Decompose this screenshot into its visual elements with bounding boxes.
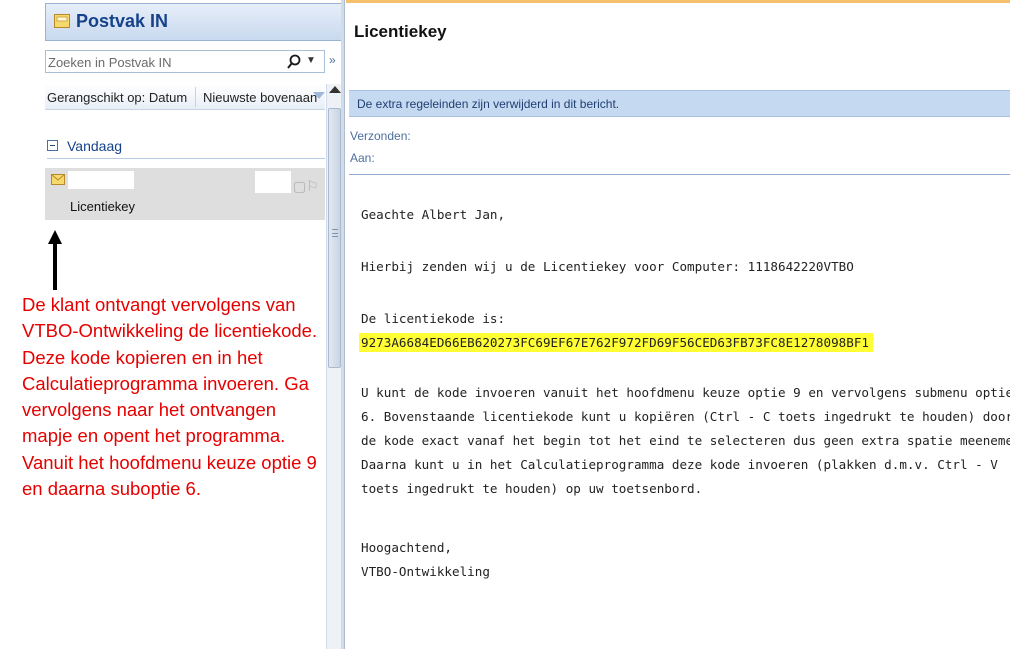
group-header-today[interactable]: Vandaag xyxy=(47,136,325,158)
to-label: Aan: xyxy=(350,151,375,165)
annotation-text: De klant ontvangt vervolgens van VTBO-On… xyxy=(22,292,344,502)
sort-arrow-icon[interactable] xyxy=(313,92,325,99)
annotation-line: VTBO-Ontwikkeling de licentiekode. xyxy=(22,320,318,342)
sender-field xyxy=(68,171,134,189)
group-label: Vandaag xyxy=(67,138,123,154)
instruction-line: toets ingedrukt te houden) op uw toetsen… xyxy=(361,481,703,496)
inbox-icon xyxy=(54,14,70,28)
sort-separator xyxy=(195,87,196,107)
annotation-line: en daarna suboptie 6. xyxy=(22,478,201,500)
info-bar[interactable]: De extra regeleinden zijn verwijderd in … xyxy=(349,90,1010,117)
sort-by-label[interactable]: Gerangschikt op: Datum xyxy=(47,90,187,105)
expand-search-icon[interactable]: » xyxy=(329,53,336,67)
date-field xyxy=(255,171,291,193)
annotation-line: De klant ontvangt vervolgens van xyxy=(22,294,296,315)
grip-icon xyxy=(332,229,338,237)
info-text[interactable]: De extra regeleinden zijn verwijderd in … xyxy=(357,97,619,111)
annotation-line: Vanuit het hoofdmenu keuze optie 9 xyxy=(22,451,317,473)
folder-header: Postvak IN xyxy=(45,3,345,41)
folder-title: Postvak IN xyxy=(76,11,169,31)
flag-icon[interactable]: ▢⚐ xyxy=(293,178,319,195)
annotation-line: Calculatieprogramma invoeren. Ga xyxy=(22,372,309,394)
instruction-line: Daarna kunt u in het Calculatieprogramma… xyxy=(361,457,998,472)
mail-subject: Licentiekey xyxy=(70,199,136,214)
mail-list-item[interactable]: ▢⚐ Licentiekey xyxy=(45,168,325,220)
message-title: Licentiekey xyxy=(354,22,447,41)
pane-splitter[interactable] xyxy=(341,0,345,649)
search-input[interactable] xyxy=(48,52,278,72)
instruction-line: 6. Bovenstaande licentiekode kunt u kopi… xyxy=(361,409,1010,424)
license-code[interactable]: 9273A6684ED66EB620273FC69EF67E762F972FD6… xyxy=(359,333,873,352)
signature-text: VTBO-Ontwikkeling xyxy=(361,564,490,579)
closing-text: Hoogachtend, xyxy=(361,540,452,555)
instruction-line: U kunt de kode invoeren vanuit het hoofd… xyxy=(361,385,1010,400)
collapse-icon[interactable] xyxy=(47,140,58,151)
reading-pane: Licentiekey De extra regeleinden zijn ve… xyxy=(346,0,1010,649)
sent-label: Verzonden: xyxy=(350,129,411,143)
annotation-line: vervolgens naar het ontvangen xyxy=(22,399,277,421)
scroll-up-icon[interactable] xyxy=(329,86,341,93)
group-divider xyxy=(47,158,325,159)
sort-order-label[interactable]: Nieuwste bovenaan xyxy=(203,90,317,105)
search-box[interactable]: ▼ xyxy=(45,50,325,73)
license-code-line: 9273A6684ED66EB620273FC69EF67E762F972FD6… xyxy=(359,333,873,352)
greeting-text: Geachte Albert Jan, xyxy=(361,207,506,222)
header-divider xyxy=(349,174,1010,175)
arrow-up-icon xyxy=(48,230,62,290)
annotation-line: mapje en opent het programma. xyxy=(22,425,286,447)
search-icon[interactable] xyxy=(286,54,302,70)
envelope-icon xyxy=(51,174,65,185)
chevron-down-icon[interactable]: ▼ xyxy=(306,55,316,66)
annotation-line: Deze kode kopieren en in het xyxy=(22,346,263,368)
intro-text: Hierbij zenden wij u de Licentiekey voor… xyxy=(361,259,854,274)
instruction-line: de kode exact vanaf het begin tot het ei… xyxy=(361,433,1010,448)
code-label: De licentiekode is: xyxy=(361,311,506,326)
reading-pane-accent xyxy=(346,0,1010,3)
sort-bar[interactable]: Gerangschikt op: Datum Nieuwste bovenaan xyxy=(45,84,325,110)
